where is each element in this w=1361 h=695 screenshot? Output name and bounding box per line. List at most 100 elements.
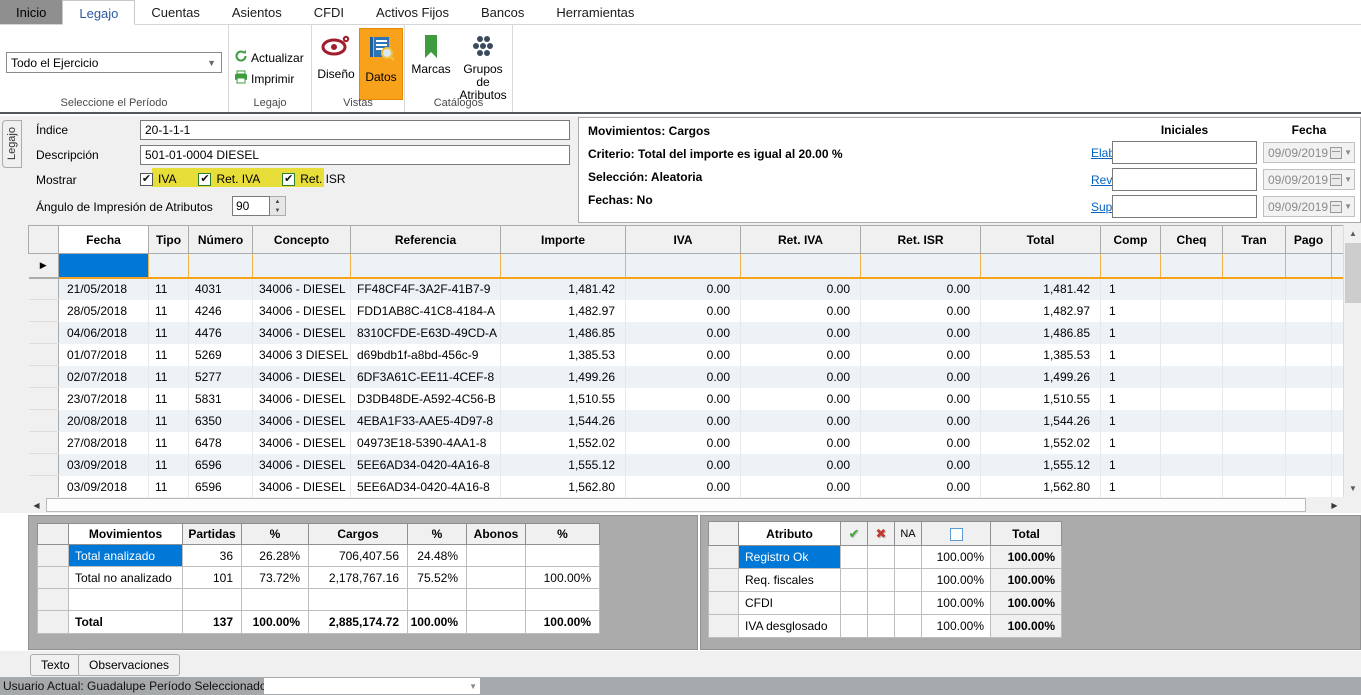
grid-cell[interactable]: FDD1AB8C-41C8-4184-A (350, 299, 501, 322)
grid-cell[interactable]: 0.00 (740, 453, 861, 476)
grid-cell[interactable] (1160, 409, 1223, 432)
grid-cell[interactable]: 4476 (188, 321, 253, 344)
side-tab-legajo[interactable]: Legajo (2, 120, 22, 168)
grid-cell[interactable]: 5277 (188, 365, 253, 388)
ret-iva-checkbox[interactable]: ✔ Ret. IVA (198, 172, 260, 186)
grid-cell[interactable]: 11 (148, 387, 189, 410)
grid-cell[interactable] (1160, 321, 1223, 344)
grid-filter-cell[interactable] (188, 253, 253, 279)
summary-cell[interactable] (466, 566, 526, 589)
grid-cell[interactable]: 34006 - DIESEL (252, 453, 351, 476)
attribute-cell[interactable] (894, 614, 922, 638)
summary-cell[interactable]: Total analizado (68, 544, 183, 567)
grid-cell[interactable]: 34006 3 DIESEL (252, 343, 351, 366)
row-selector-cell[interactable] (28, 453, 59, 476)
attribute-cell[interactable] (894, 568, 922, 592)
grid-cell[interactable]: 0.00 (860, 365, 981, 388)
summary-cell[interactable] (466, 544, 526, 567)
tab-bancos[interactable]: Bancos (465, 0, 540, 24)
grid-cell[interactable]: 4EBA1F33-AAE5-4D97-8 (350, 409, 501, 432)
grid-cell[interactable]: 34006 - DIESEL (252, 299, 351, 322)
grid-cell[interactable]: 34006 - DIESEL (252, 321, 351, 344)
grid-cell[interactable]: 1 (1100, 343, 1161, 366)
grid-cell[interactable] (1285, 277, 1332, 300)
diseno-button[interactable]: Diseño (314, 28, 358, 100)
table-row[interactable]: IVA desglosado 100.00% 100.00% (708, 614, 1062, 638)
grid-cell[interactable]: 11 (148, 299, 189, 322)
table-row[interactable]: 01/07/2018 11 5269 34006 3 DIESEL d69bdb1f-a… (28, 343, 1344, 366)
column-header[interactable]: IVA (625, 225, 741, 254)
grid-cell[interactable]: 34006 - DIESEL (252, 365, 351, 388)
grid-cell[interactable]: 0.00 (625, 365, 741, 388)
grid-filter-cell[interactable] (1331, 253, 1344, 279)
scroll-up-icon[interactable]: ▲ (1345, 225, 1361, 242)
grid-cell[interactable]: 01/07/2018 (58, 343, 149, 366)
table-row[interactable]: 03/09/2018 11 6596 34006 - DIESEL 5EE6AD34-0… (28, 475, 1344, 498)
summary-cell[interactable]: 26.28% (241, 544, 309, 567)
attribute-cell[interactable]: IVA desglosado (738, 614, 841, 638)
grid-cell[interactable]: 0.00 (860, 299, 981, 322)
summary-cell[interactable] (182, 588, 242, 611)
row-selector-cell[interactable] (37, 588, 69, 611)
grid-cell[interactable]: 1,486.85 (500, 321, 626, 344)
attribute-cell[interactable] (867, 568, 895, 592)
actualizar-button[interactable]: Actualizar (234, 49, 311, 66)
table-row[interactable]: Total no analizado 101 73.72% 2,178,767.16 7… (37, 566, 600, 589)
row-selector-cell[interactable] (37, 566, 69, 589)
summary-cell[interactable]: 100.00% (407, 610, 467, 634)
grid-cell[interactable]: 0.00 (740, 365, 861, 388)
spinner-up-icon[interactable]: ▲ (270, 197, 285, 206)
grid-cell[interactable]: 0.00 (860, 343, 981, 366)
grid-cell[interactable] (1160, 387, 1223, 410)
summary-cell[interactable]: 75.52% (407, 566, 467, 589)
grid-cell[interactable]: 23/07/2018 (58, 387, 149, 410)
summary-cell[interactable]: 100.00% (525, 566, 600, 589)
table-row[interactable]: 04/06/2018 11 4476 34006 - DIESEL 8310CFDE-E… (28, 321, 1344, 344)
grid-cell[interactable]: 1,562.80 (980, 475, 1101, 498)
grid-cell[interactable]: 1,552.02 (500, 431, 626, 454)
grid-cell[interactable]: d69bdb1f-a8bd-456c-9 (350, 343, 501, 366)
row-selector-cell[interactable] (708, 568, 739, 592)
indice-field[interactable] (140, 120, 570, 140)
table-row[interactable]: Total analizado 36 26.28% 706,407.56 24.48% (37, 544, 600, 567)
spinner-down-icon[interactable]: ▼ (270, 206, 285, 215)
grid-cell[interactable] (1222, 321, 1286, 344)
grid-cell[interactable]: 27/08/2018 (58, 431, 149, 454)
vertical-scrollbar[interactable]: ▲ ▼ (1343, 225, 1361, 497)
grid-cell[interactable]: 1,481.42 (980, 277, 1101, 300)
grid-cell[interactable] (1160, 343, 1223, 366)
period-combobox[interactable]: Todo el Ejercicio ▼ (6, 52, 222, 73)
rev-date-picker[interactable]: 09/09/2019 ▼ (1263, 169, 1355, 190)
grid-cell[interactable]: 1 (1100, 475, 1161, 498)
summary-cell[interactable]: Total (68, 610, 183, 634)
grid-cell[interactable]: 0.00 (625, 343, 741, 366)
grid-cell[interactable]: 0.00 (625, 387, 741, 410)
grid-cell[interactable]: 6596 (188, 475, 253, 498)
grid-cell[interactable] (1222, 365, 1286, 388)
column-header[interactable]: % (241, 523, 309, 545)
grid-cell[interactable] (1285, 453, 1332, 476)
grid-cell[interactable]: 0.00 (740, 299, 861, 322)
grid-cell[interactable] (1285, 431, 1332, 454)
row-selector-cell[interactable] (28, 343, 59, 366)
grid-cell[interactable]: 1 (1100, 321, 1161, 344)
grid-cell[interactable]: 1,544.26 (980, 409, 1101, 432)
grid-cell[interactable]: 11 (148, 409, 189, 432)
grid-filter-cell[interactable] (1285, 253, 1332, 279)
grid-cell[interactable]: 0.00 (740, 277, 861, 300)
grid-cell[interactable]: 11 (148, 321, 189, 344)
grid-cell[interactable]: 5831 (188, 387, 253, 410)
grid-cell[interactable]: 0.00 (740, 321, 861, 344)
grid-cell[interactable] (1160, 299, 1223, 322)
grid-cell[interactable]: 0.00 (625, 453, 741, 476)
summary-cell[interactable] (466, 610, 526, 634)
row-selector-cell[interactable] (28, 387, 59, 410)
table-row[interactable]: 21/05/2018 11 4031 34006 - DIESEL FF48CF4F-3… (28, 277, 1344, 300)
grid-cell[interactable]: 4031 (188, 277, 253, 300)
grid-cell[interactable]: 6478 (188, 431, 253, 454)
scroll-left-icon[interactable]: ◀ (28, 497, 45, 513)
elab-date-picker[interactable]: 09/09/2019 ▼ (1263, 142, 1355, 163)
tab-legajo[interactable]: Legajo (62, 0, 136, 25)
horizontal-scrollbar[interactable]: ◀ ▶ (28, 497, 1343, 513)
table-row[interactable]: 03/09/2018 11 6596 34006 - DIESEL 5EE6AD34-0… (28, 453, 1344, 476)
